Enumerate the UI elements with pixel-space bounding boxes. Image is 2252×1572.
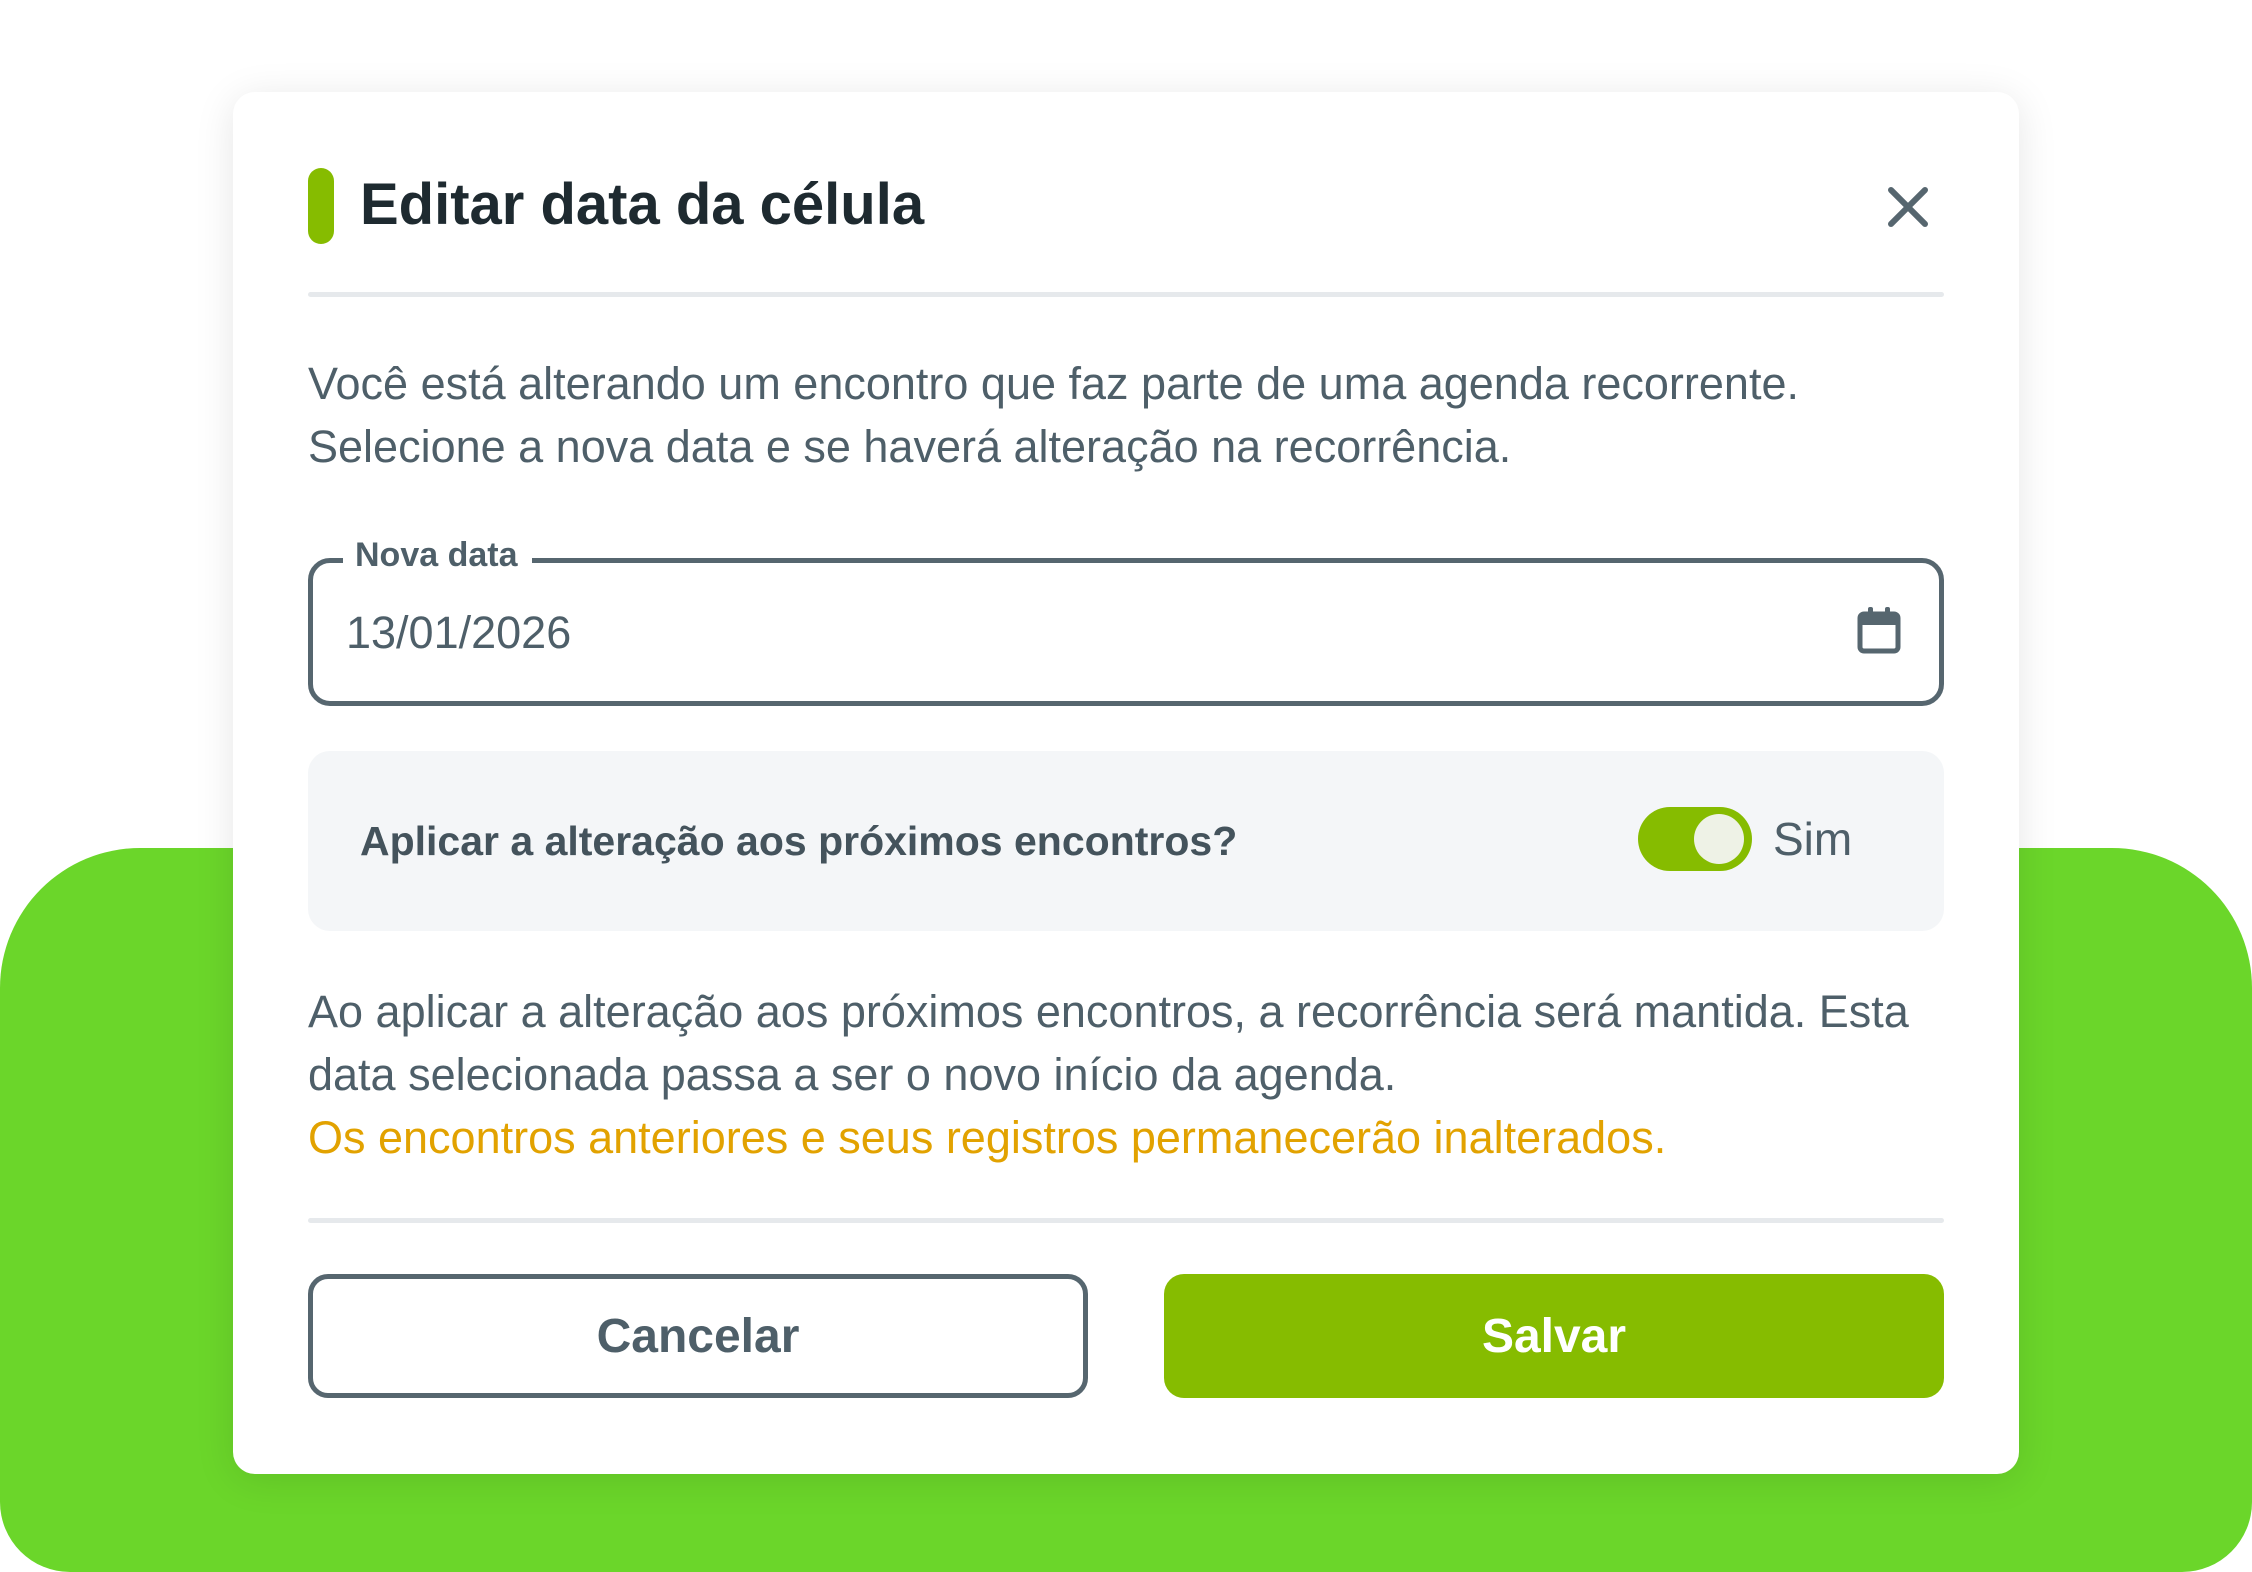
close-button[interactable] bbox=[1873, 172, 1943, 242]
title-accent-bar bbox=[308, 168, 334, 244]
toggle-knob bbox=[1694, 814, 1744, 864]
intro-text: Você está alterando um encontro que faz … bbox=[308, 358, 1799, 472]
warning-text: Os encontros anteriores e seus registros… bbox=[308, 1112, 1667, 1163]
date-field-label: Nova data bbox=[343, 529, 532, 581]
close-icon bbox=[1888, 187, 1928, 227]
calendar-icon[interactable] bbox=[1855, 605, 1903, 657]
info-text: Ao aplicar a alteração aos próximos enco… bbox=[308, 986, 1909, 1100]
edit-date-dialog: Editar data da célula Você está alterand… bbox=[233, 92, 2019, 1474]
apply-option-panel: Aplicar a alteração aos próximos encontr… bbox=[308, 751, 1944, 931]
footer-divider bbox=[308, 1218, 1944, 1223]
apply-option-question: Aplicar a alteração aos próximos encontr… bbox=[360, 818, 1238, 864]
header-divider bbox=[308, 292, 1944, 297]
info-text-block: Ao aplicar a alteração aos próximos enco… bbox=[308, 980, 1958, 1169]
date-field[interactable]: Nova data 13/01/2026 bbox=[308, 529, 1944, 706]
save-button[interactable]: Salvar bbox=[1164, 1274, 1944, 1398]
date-field-value[interactable]: 13/01/2026 bbox=[346, 605, 571, 661]
cancel-button[interactable]: Cancelar bbox=[308, 1274, 1088, 1398]
apply-toggle[interactable] bbox=[1638, 807, 1752, 871]
toggle-label: Sim bbox=[1773, 813, 1853, 865]
dialog-title: Editar data da célula bbox=[360, 172, 925, 237]
